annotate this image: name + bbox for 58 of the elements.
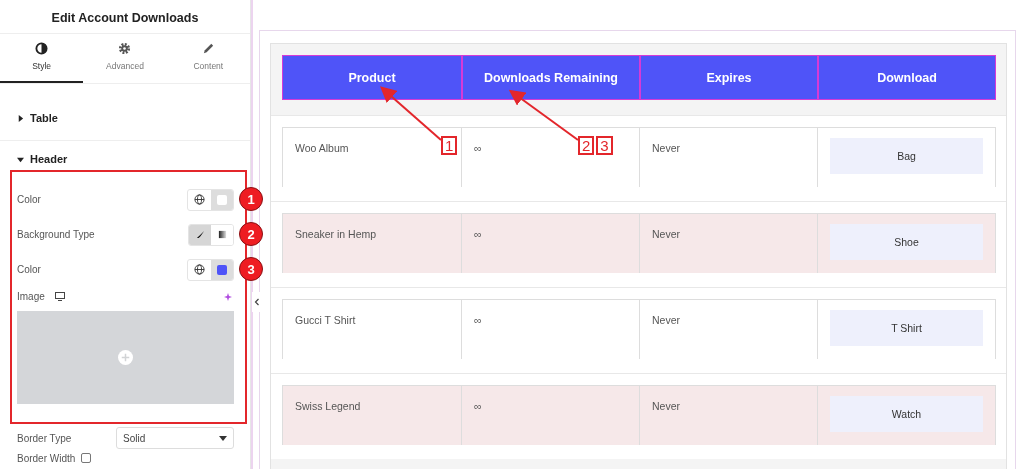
color-swatch[interactable] [217,194,227,205]
table-cell: Never [652,314,680,326]
caret-icon [17,156,24,163]
globe-icon [194,193,205,205]
monitor-icon [54,292,65,301]
globe-icon [194,263,205,275]
step-number: 2 [578,136,595,155]
download-button[interactable]: Watch [830,396,983,432]
step-badge: 2 [239,222,263,246]
contrast-icon [35,42,49,55]
step-badge: 3 [239,257,263,281]
arrow [508,89,579,141]
sparkle-icon[interactable] [224,291,234,302]
table-cell: Gucci T Shirt [295,314,356,326]
gradient-icon [217,230,227,239]
table-cell: ∞ [474,314,482,326]
control-label: Border Type [17,432,72,444]
column-header: Download [817,56,995,99]
color-control[interactable] [187,258,234,281]
panel-title: Edit Account Downloads [0,0,250,34]
table-cell: ∞ [474,142,482,154]
section-header[interactable]: Table [0,84,75,140]
table-cell: ∞ [474,228,482,240]
brush-icon [195,230,205,239]
control-label: Image [17,291,45,302]
column-header: Expires [639,56,817,99]
table-cell: Never [652,228,680,240]
table-cell: Never [652,400,680,412]
download-button[interactable]: Shoe [830,224,983,260]
caret-icon [17,115,24,122]
border-type-select[interactable]: Solid [116,427,234,449]
color-swatch[interactable] [217,264,227,275]
table-cell: ∞ [474,400,482,412]
download-button[interactable]: Bag [830,138,983,174]
step-number: 3 [596,136,613,155]
panel-tab[interactable]: Advanced [83,34,167,83]
control-label: Border Width [17,452,76,464]
arrow [380,86,442,141]
control-label: Color [17,194,41,205]
checkbox[interactable] [81,453,92,463]
column-header: Product [347,69,397,87]
download-button[interactable]: T Shirt [830,310,983,346]
column-header: Downloads Remaining [461,56,639,99]
table-cell: Never [652,142,680,154]
step-number: 1 [441,136,458,155]
control-label: Color [17,264,41,275]
table-cell: Sneaker in Hemp [295,228,377,240]
settings-icon [118,42,132,55]
table-cell: Swiss Legend [295,400,361,412]
pencil-icon [201,42,215,55]
step-badge: 1 [239,187,263,211]
panel-tab[interactable]: Style [0,34,84,83]
control-label: Background Type [17,229,95,240]
section-header[interactable]: Header [0,141,85,170]
table-cell: Woo Album [295,142,349,154]
caret-icon [219,435,227,441]
color-control[interactable] [187,188,234,211]
panel-tab[interactable]: Content [166,34,250,83]
